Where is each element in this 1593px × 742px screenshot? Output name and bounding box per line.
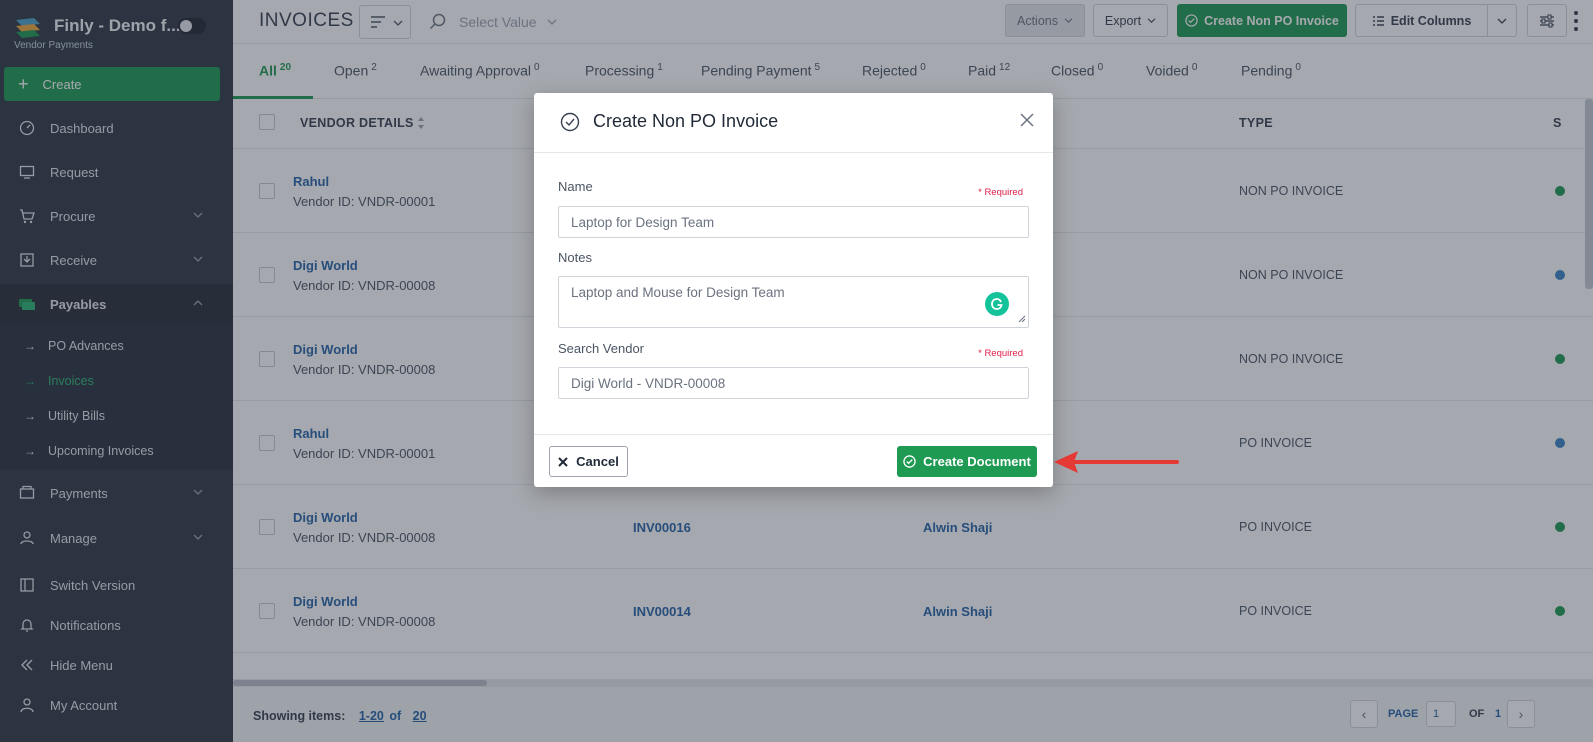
create-document-label: Create Document <box>923 454 1031 469</box>
close-icon <box>558 456 568 467</box>
notes-label: Notes <box>558 250 592 265</box>
modal-footer: Cancel Create Document <box>534 434 1053 487</box>
name-label: Name <box>558 179 593 194</box>
modal-header: Create Non PO Invoice <box>534 93 1053 153</box>
create-non-po-invoice-modal: Create Non PO Invoice Name * Required No… <box>534 93 1053 487</box>
required-indicator: * Required <box>978 187 1023 198</box>
notes-field[interactable]: Laptop and Mouse for Design Team <box>558 276 1029 328</box>
check-circle-icon <box>903 455 916 468</box>
cancel-label: Cancel <box>576 454 619 469</box>
cancel-button[interactable]: Cancel <box>549 446 628 477</box>
name-field[interactable] <box>558 206 1029 238</box>
search-vendor-field[interactable] <box>558 367 1029 399</box>
required-indicator: * Required <box>978 348 1023 359</box>
close-icon[interactable] <box>1018 111 1036 129</box>
annotation-arrow-icon <box>1054 451 1179 473</box>
search-vendor-label: Search Vendor <box>558 341 645 356</box>
check-circle-icon <box>560 112 580 132</box>
resize-handle-icon[interactable] <box>1018 315 1026 323</box>
modal-title: Create Non PO Invoice <box>593 111 779 131</box>
grammarly-icon[interactable] <box>985 292 1009 316</box>
create-document-button[interactable]: Create Document <box>897 446 1037 477</box>
